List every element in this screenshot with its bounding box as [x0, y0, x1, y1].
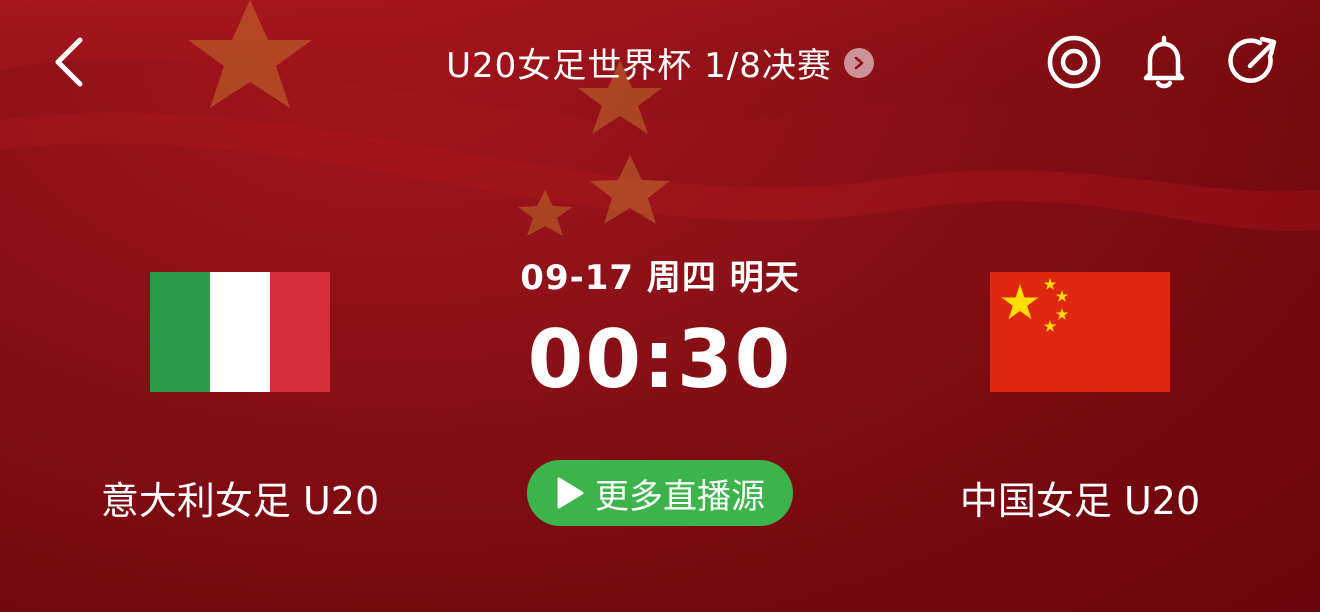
italy-flag [150, 272, 330, 392]
home-team-name: 意大利女足 U20 [100, 479, 380, 523]
top-bar: U20女足世界杯 1/8决赛 [0, 0, 1320, 124]
match-time: 00:30 [527, 313, 793, 406]
away-team[interactable]: 中国女足 U20 [915, 272, 1245, 525]
target-button[interactable] [1042, 30, 1106, 94]
share-button[interactable] [1222, 30, 1286, 94]
notification-button[interactable] [1132, 30, 1196, 94]
away-team-name: 中国女足 U20 [959, 479, 1201, 523]
live-button-label: 更多直播源 [595, 476, 765, 517]
match-date: 09-17 周四 明天 [520, 258, 800, 298]
competition-title[interactable]: U20女足世界杯 1/8决赛 [0, 38, 1320, 87]
china-flag [990, 272, 1170, 392]
bell-icon [1143, 35, 1185, 89]
target-icon [1047, 35, 1101, 89]
more-live-sources-button[interactable]: 更多直播源 [527, 460, 793, 526]
share-icon [1228, 36, 1277, 83]
page-title: U20女足世界杯 1/8决赛 [446, 46, 832, 86]
match-info: 09-17 周四 明天 00:30 更多直播源 [460, 250, 860, 526]
home-team[interactable]: 意大利女足 U20 [75, 272, 405, 525]
chevron-right-icon [843, 47, 874, 78]
play-icon [557, 477, 584, 509]
